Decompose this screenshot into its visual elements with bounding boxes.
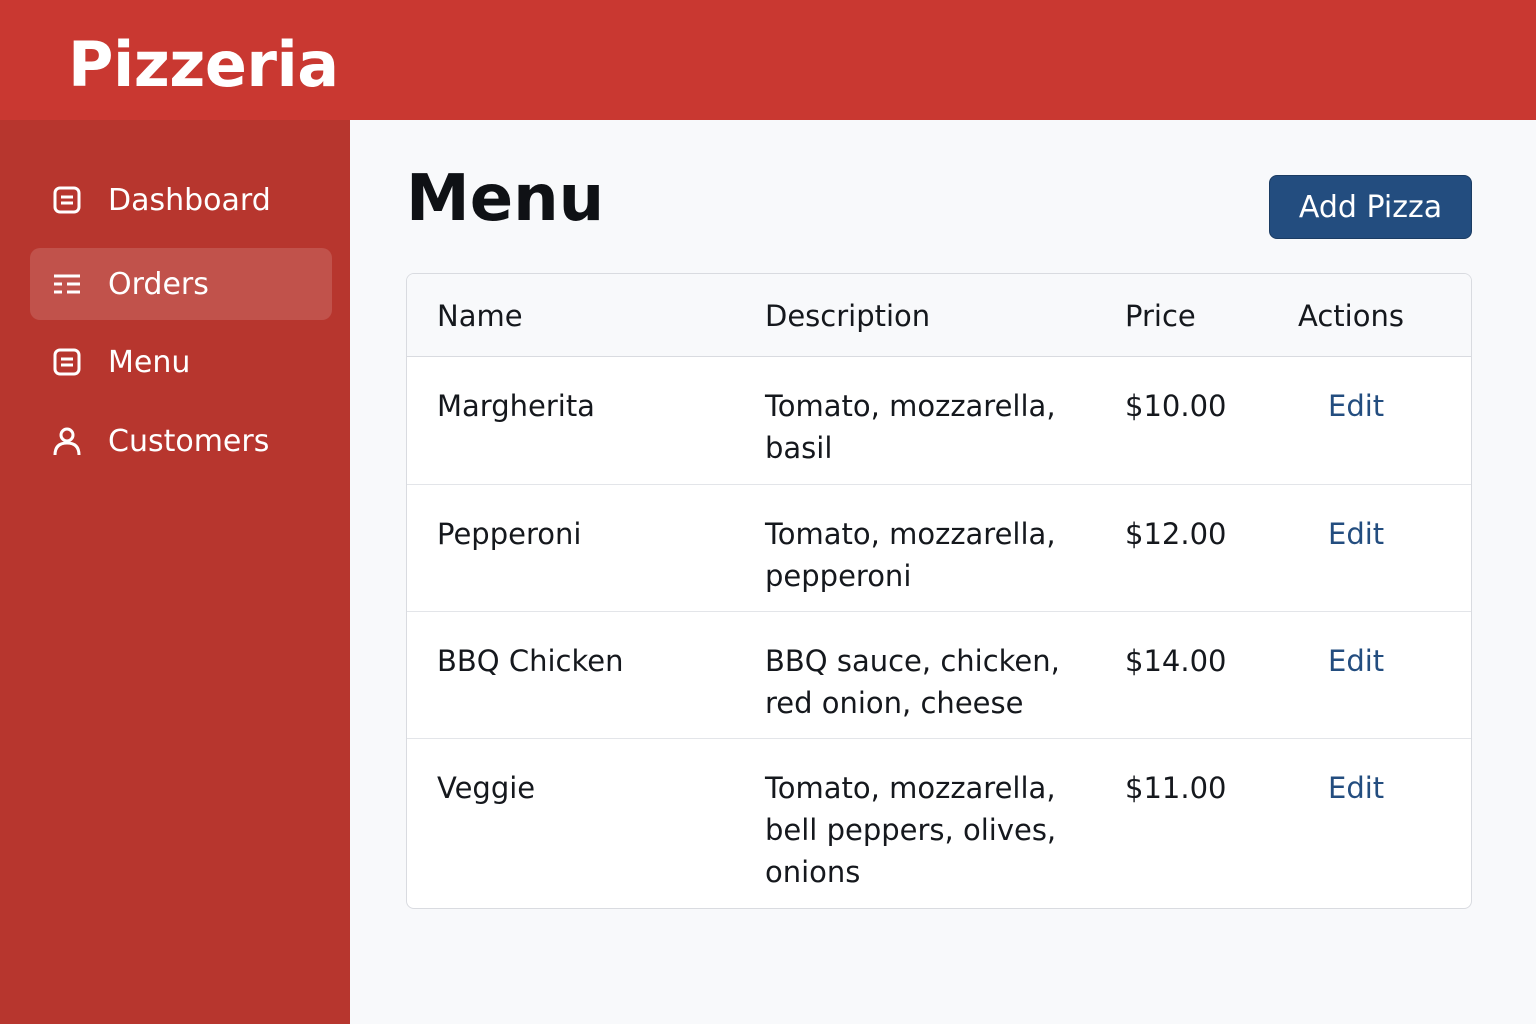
column-header-actions: Actions <box>1298 299 1404 333</box>
table-row: BBQ Chicken BBQ sauce, chicken, red onio… <box>407 612 1471 739</box>
main-content: Menu Add Pizza Name Description Price Ac… <box>350 120 1536 1024</box>
column-header-description[interactable]: Description <box>765 299 930 333</box>
sidebar-item-orders[interactable]: Orders <box>30 248 332 320</box>
table-header: Name Description Price Actions <box>407 274 1471 357</box>
brand-title: Pizzeria <box>68 28 339 101</box>
pizza-price: $14.00 <box>1125 644 1227 678</box>
sidebar-item-customers[interactable]: Customers <box>30 405 332 477</box>
table-row: Pepperoni Tomato, mozzarella, pepperoni … <box>407 485 1471 612</box>
table-row: Margherita Tomato, mozzarella, basil $10… <box>407 357 1471 485</box>
table-row: Veggie Tomato, mozzarella, bell peppers,… <box>407 739 1471 908</box>
pizza-price: $12.00 <box>1125 517 1227 551</box>
pizza-name: BBQ Chicken <box>437 644 624 678</box>
pizza-name: Veggie <box>437 771 536 805</box>
pizza-name: Pepperoni <box>437 517 582 551</box>
sidebar-item-menu[interactable]: Menu <box>30 326 332 398</box>
edit-link[interactable]: Edit <box>1328 385 1384 427</box>
pizza-description: BBQ sauce, chicken, red onion, cheese <box>765 644 1060 720</box>
sidebar-item-label: Orders <box>108 266 209 302</box>
document-icon <box>50 345 84 379</box>
pizza-description: Tomato, mozzarella, bell peppers, olives… <box>765 771 1057 889</box>
sidebar-item-label: Menu <box>108 344 191 380</box>
pizza-name: Margherita <box>437 389 595 423</box>
sidebar: Dashboard Orders Menu Customers <box>0 120 350 1024</box>
app-header: Pizzeria <box>0 0 1536 120</box>
sidebar-item-label: Dashboard <box>108 182 271 218</box>
column-header-price[interactable]: Price <box>1125 299 1196 333</box>
edit-link[interactable]: Edit <box>1328 513 1384 555</box>
user-icon <box>50 424 84 458</box>
edit-link[interactable]: Edit <box>1328 640 1384 682</box>
pizza-description: Tomato, mozzarella, basil <box>765 389 1056 465</box>
document-icon <box>50 183 84 217</box>
pizza-price: $11.00 <box>1125 771 1227 805</box>
page-title: Menu <box>406 162 605 236</box>
pizza-price: $10.00 <box>1125 389 1227 423</box>
column-header-name[interactable]: Name <box>437 299 523 333</box>
list-icon <box>50 267 84 301</box>
sidebar-item-dashboard[interactable]: Dashboard <box>30 164 332 236</box>
pizza-description: Tomato, mozzarella, pepperoni <box>765 517 1056 593</box>
menu-table: Name Description Price Actions Margherit… <box>406 273 1472 909</box>
sidebar-item-label: Customers <box>108 423 270 459</box>
add-pizza-button[interactable]: Add Pizza <box>1269 175 1472 239</box>
edit-link[interactable]: Edit <box>1328 767 1384 809</box>
